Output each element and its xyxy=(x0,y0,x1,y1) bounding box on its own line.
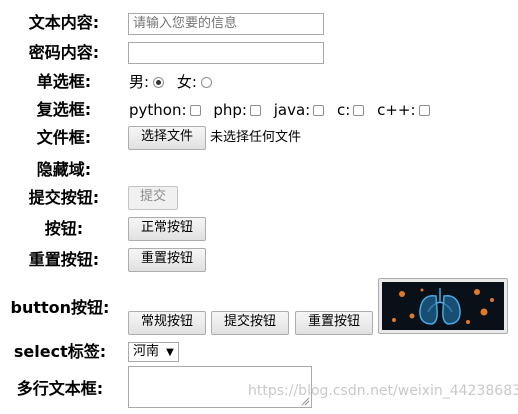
button-tag-label: button按钮: xyxy=(10,298,110,317)
radio-male-label: 男: xyxy=(129,73,150,91)
radio-female-label: 女: xyxy=(176,73,197,91)
normal-button[interactable]: 正常按钮 xyxy=(128,217,206,241)
image-button[interactable] xyxy=(378,278,508,334)
checkbox-python[interactable] xyxy=(189,105,201,116)
province-select[interactable]: 河南 ▼ xyxy=(128,342,179,362)
checkbox-php-label: php: xyxy=(213,101,247,119)
radio-group: 男: 女: xyxy=(129,73,212,91)
radio-female[interactable] xyxy=(200,77,212,88)
password-input[interactable] xyxy=(128,42,324,64)
hidden-label: 隐藏域: xyxy=(36,160,92,179)
file-status: 未选择任何文件 xyxy=(210,130,302,145)
reset-label: 重置按钮: xyxy=(28,250,100,269)
watermark: https://blog.csdn.net/weixin_44238683 xyxy=(248,383,518,399)
regular-button[interactable]: 常规按钮 xyxy=(128,311,206,335)
chevron-down-icon: ▼ xyxy=(166,347,174,358)
submit-tag-button[interactable]: 提交按钮 xyxy=(211,311,289,335)
checkbox-php[interactable] xyxy=(249,105,261,116)
choose-file-button[interactable]: 选择文件 xyxy=(128,126,206,150)
submit-label: 提交按钮: xyxy=(28,188,100,207)
text-label: 文本内容: xyxy=(28,13,100,32)
password-label: 密码内容: xyxy=(28,43,100,62)
checkbox-python-label: python: xyxy=(129,101,187,119)
checkbox-c[interactable] xyxy=(353,105,365,116)
radio-male[interactable] xyxy=(153,77,165,88)
radio-label: 单选框: xyxy=(36,72,92,91)
checkbox-cpp-label: c++: xyxy=(377,101,416,119)
checkbox-java-label: java: xyxy=(273,101,311,119)
checkbox-java[interactable] xyxy=(313,105,325,116)
checkbox-group: python: php: java: c: c++: xyxy=(129,101,438,119)
reset-button[interactable]: 重置按钮 xyxy=(128,248,206,272)
select-label: select标签: xyxy=(13,342,107,361)
checkbox-c-label: c: xyxy=(336,101,351,119)
checkbox-cpp[interactable] xyxy=(418,105,430,116)
button-label: 按钮: xyxy=(44,219,84,238)
select-value: 河南 xyxy=(133,344,160,359)
text-input[interactable]: 请输入您要的信息 xyxy=(128,13,324,35)
submit-button[interactable]: 提交 xyxy=(128,186,178,210)
textarea-label: 多行文本框: xyxy=(16,379,104,398)
reset-tag-button[interactable]: 重置按钮 xyxy=(295,311,373,335)
checkbox-label: 复选框: xyxy=(36,100,92,119)
file-label: 文件框: xyxy=(36,128,92,147)
lungs-image xyxy=(382,282,504,330)
